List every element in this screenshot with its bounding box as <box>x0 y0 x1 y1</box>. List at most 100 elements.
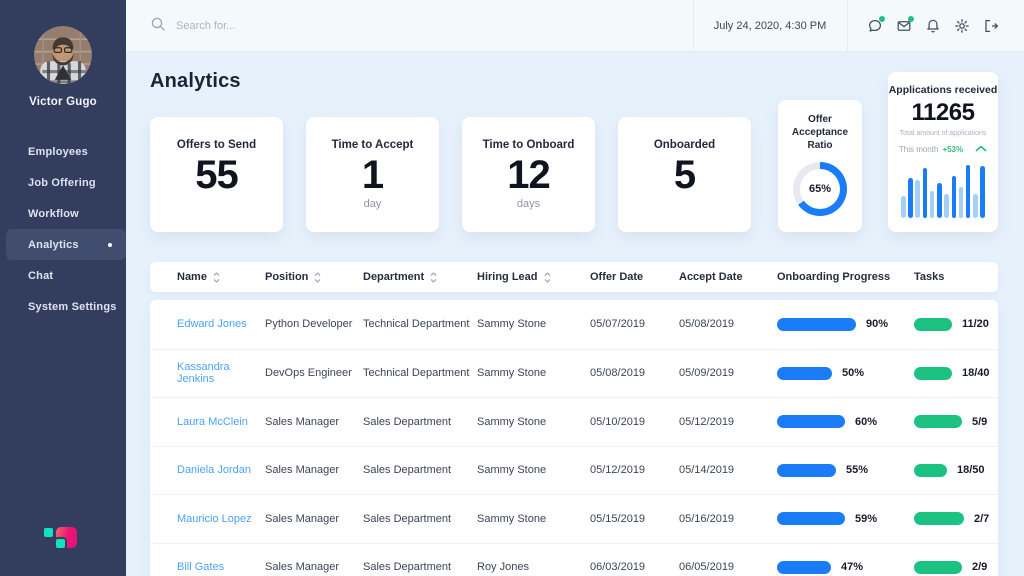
department-cell: Sales Department <box>363 416 477 428</box>
applications-bar-chart <box>901 162 985 218</box>
search-input[interactable] <box>176 20 396 32</box>
applications-subtitle: Total amount of applications <box>888 130 998 137</box>
tasks-cell: 11/20 <box>914 318 998 331</box>
sidebar-item-system-settings[interactable]: System Settings <box>0 291 126 322</box>
sidebar-item-employees[interactable]: Employees <box>0 136 126 167</box>
progress-bar <box>777 561 831 574</box>
page-title: Analytics <box>150 70 241 93</box>
employee-name-link[interactable]: Bill Gates <box>177 561 265 573</box>
sidebar-item-label: Job Offering <box>28 177 96 189</box>
logo-teal-square-bottom <box>56 539 65 548</box>
onboarding-progress-cell: 55% <box>777 464 914 477</box>
column-header-position[interactable]: Position <box>265 262 363 292</box>
applications-received-card: Applications received 11265 Total amount… <box>888 72 998 232</box>
sidebar-item-job-offering[interactable]: Job Offering <box>0 167 126 198</box>
mail-icon[interactable] <box>896 18 912 34</box>
offer-date-cell: 05/07/2019 <box>590 318 679 330</box>
notifications-icon[interactable] <box>925 18 941 34</box>
employee-name-link[interactable]: Daniela Jordan <box>177 464 265 476</box>
column-header-hiring_lead[interactable]: Hiring Lead <box>477 262 590 292</box>
chart-bar <box>915 180 920 218</box>
offer-acceptance-title: Offer Acceptance Ratio <box>786 113 854 152</box>
position-cell: Sales Manager <box>265 513 363 525</box>
onboarding-progress-cell: 47% <box>777 561 914 574</box>
position-cell: Python Developer <box>265 318 363 330</box>
tasks-cell: 5/9 <box>914 415 998 428</box>
column-label: Offer Date <box>590 271 643 283</box>
chart-bar <box>973 194 978 218</box>
progress-percent: 47% <box>841 561 863 573</box>
chart-bar <box>923 168 928 218</box>
progress-percent: 90% <box>866 318 888 330</box>
chart-bar <box>930 191 935 218</box>
tasks-cell: 2/7 <box>914 512 998 525</box>
kpi-value: 5 <box>618 153 751 197</box>
messages-icon[interactable] <box>867 18 883 34</box>
settings-icon[interactable] <box>954 18 970 34</box>
onboarding-progress-cell: 60% <box>777 415 914 428</box>
sidebar-item-workflow[interactable]: Workflow <box>0 198 126 229</box>
sort-icon[interactable] <box>430 272 437 283</box>
sort-icon[interactable] <box>314 272 321 283</box>
sidebar-item-label: Chat <box>28 270 53 282</box>
position-cell: Sales Manager <box>265 561 363 573</box>
kpi-card-offers-to-send: Offers to Send55 <box>150 117 283 232</box>
table-row: Kassandra JenkinsDevOps EngineerTechnica… <box>150 349 998 398</box>
hiring-lead-cell: Sammy Stone <box>477 367 590 379</box>
active-indicator-dot <box>108 243 112 247</box>
department-cell: Technical Department <box>363 367 477 379</box>
applications-title: Applications received <box>888 84 998 96</box>
sort-icon[interactable] <box>213 272 220 283</box>
hiring-lead-cell: Sammy Stone <box>477 318 590 330</box>
accept-date-cell: 05/08/2019 <box>679 318 777 330</box>
topbar-icons <box>867 0 999 52</box>
applications-count: 11265 <box>888 99 998 127</box>
column-header-department[interactable]: Department <box>363 262 477 292</box>
sort-icon[interactable] <box>544 272 551 283</box>
column-label: Name <box>177 271 207 283</box>
logo-teal-square-top <box>44 528 53 537</box>
department-cell: Sales Department <box>363 561 477 573</box>
hiring-lead-cell: Roy Jones <box>477 561 590 573</box>
column-label: Department <box>363 271 424 283</box>
position-cell: DevOps Engineer <box>265 367 363 379</box>
tasks-bar <box>914 561 962 574</box>
employee-name-link[interactable]: Edward Jones <box>177 318 265 330</box>
employee-name-link[interactable]: Kassandra Jenkins <box>177 361 265 385</box>
employee-name-link[interactable]: Mauricio Lopez <box>177 513 265 525</box>
column-label: Tasks <box>914 271 944 283</box>
accept-date-cell: 05/09/2019 <box>679 367 777 379</box>
column-label: Position <box>265 271 308 283</box>
progress-bar <box>777 318 856 331</box>
kpi-unit <box>150 198 283 211</box>
employee-name-link[interactable]: Laura McClein <box>177 416 265 428</box>
column-header-name[interactable]: Name <box>177 262 265 292</box>
sidebar-item-analytics[interactable]: Analytics <box>6 229 126 260</box>
offer-date-cell: 05/15/2019 <box>590 513 679 525</box>
avatar[interactable] <box>34 26 92 84</box>
onboarding-progress-cell: 59% <box>777 512 914 525</box>
trend-up-icon <box>975 145 987 154</box>
logout-icon[interactable] <box>983 18 999 34</box>
sidebar-item-chat[interactable]: Chat <box>0 260 126 291</box>
kpi-value: 12 <box>462 153 595 197</box>
kpi-value: 55 <box>150 153 283 197</box>
sidebar: Victor Gugo EmployeesJob OfferingWorkflo… <box>0 0 126 576</box>
table-row: Laura McCleinSales ManagerSales Departme… <box>150 397 998 446</box>
department-cell: Sales Department <box>363 513 477 525</box>
chart-bar <box>959 187 964 218</box>
kpi-card-time-to-accept: Time to Accept1day <box>306 117 439 232</box>
progress-percent: 59% <box>855 513 877 525</box>
position-cell: Sales Manager <box>265 464 363 476</box>
progress-bar <box>777 464 836 477</box>
notification-badge <box>879 16 885 22</box>
tasks-cell: 2/9 <box>914 561 998 574</box>
tasks-bar <box>914 512 964 525</box>
accept-date-cell: 05/14/2019 <box>679 464 777 476</box>
column-header-progress: Onboarding Progress <box>777 262 914 292</box>
chart-bar <box>937 183 942 218</box>
table-row: Daniela JordanSales ManagerSales Departm… <box>150 446 998 495</box>
offer-date-cell: 05/10/2019 <box>590 416 679 428</box>
kpi-value: 1 <box>306 153 439 197</box>
tasks-count: 5/9 <box>972 416 987 428</box>
